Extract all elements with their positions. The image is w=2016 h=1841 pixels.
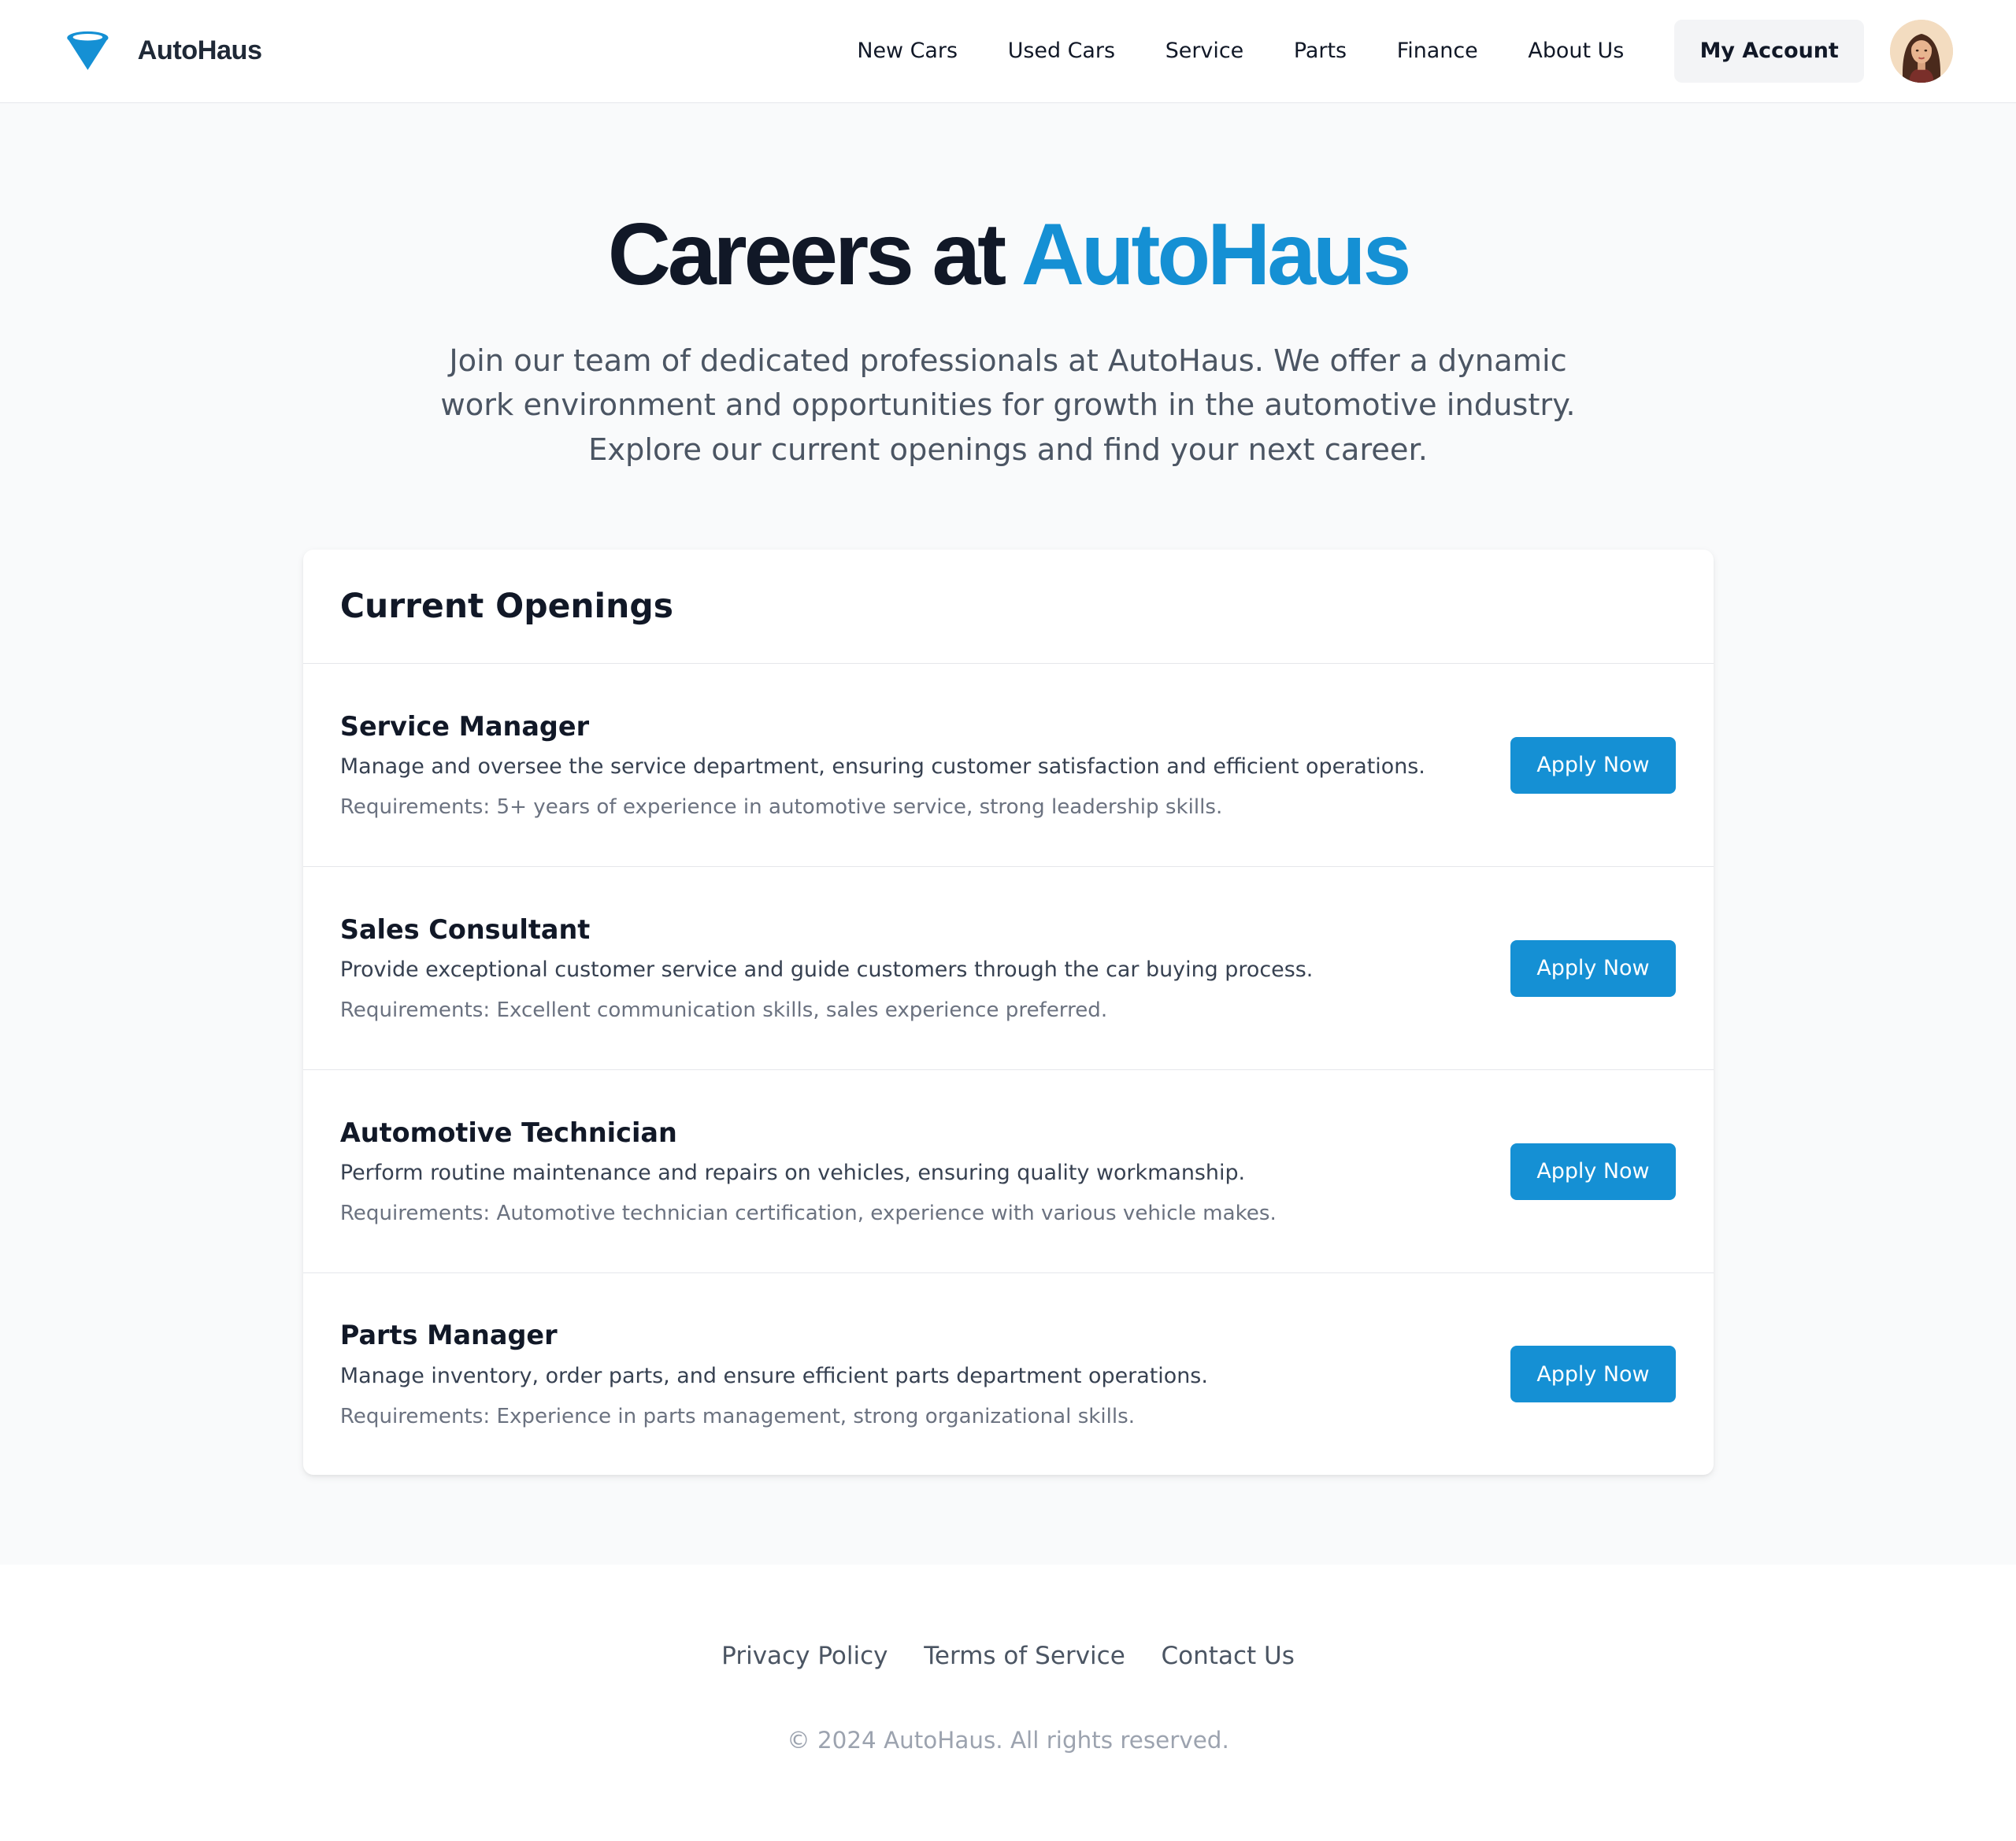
site-footer: Privacy Policy Terms of Service Contact … (0, 1564, 2016, 1841)
job-title: Automotive Technician (339, 1117, 677, 1148)
job-description: Perform routine maintenance and repairs … (339, 1161, 1246, 1186)
openings-card-header: Current Openings (302, 550, 1714, 665)
main-content: Careers at AutoHaus Join our team of ded… (0, 102, 2016, 1565)
my-account-button[interactable]: My Account (1673, 19, 1865, 83)
job-description: Manage and oversee the service departmen… (339, 754, 1425, 780)
page-subtitle: Join our team of dedicated professionals… (440, 343, 1576, 468)
job-info: Service Manager Manage and oversee the s… (340, 711, 1510, 820)
job-listing: Parts Manager Manage inventory, order pa… (303, 1273, 1714, 1475)
job-info: Parts Manager Manage inventory, order pa… (340, 1320, 1510, 1428)
nav-finance[interactable]: Finance (1397, 39, 1478, 63)
job-listing: Automotive Technician Perform routine ma… (302, 1070, 1714, 1274)
apply-now-button[interactable]: Apply Now (1510, 1143, 1677, 1200)
apply-now-button[interactable]: Apply Now (1510, 939, 1677, 997)
footer-link-contact-us[interactable]: Contact Us (1162, 1642, 1295, 1670)
user-avatar[interactable] (1890, 19, 1954, 83)
job-requirements: Requirements: Automotive technician cert… (339, 1202, 1277, 1226)
job-info: Sales Consultant Provide exceptional cus… (340, 914, 1510, 1023)
page-title-prefix: Careers at (607, 205, 1006, 304)
nav-parts[interactable]: Parts (1294, 39, 1347, 63)
main-nav: New Cars Used Cars Service Parts Finance… (857, 39, 1624, 63)
nav-used-cars[interactable]: Used Cars (1008, 39, 1115, 63)
job-title: Service Manager (339, 710, 590, 742)
openings-card: Current Openings Service Manager Manage … (302, 549, 1714, 1476)
nav-about-us[interactable]: About Us (1528, 39, 1624, 63)
job-title: Parts Manager (339, 1320, 558, 1351)
funnel-logo-icon (65, 28, 112, 75)
page-title: Careers at AutoHaus (0, 206, 2016, 303)
job-requirements: Requirements: Experience in parts manage… (339, 1405, 1136, 1429)
job-requirements: Requirements: Excellent communication sk… (339, 998, 1108, 1023)
brand[interactable]: AutoHaus (65, 28, 262, 75)
job-description: Provide exceptional customer service and… (339, 958, 1314, 983)
brand-name: AutoHaus (137, 35, 262, 66)
nav-service[interactable]: Service (1166, 39, 1244, 63)
footer-link-terms-of-service[interactable]: Terms of Service (924, 1642, 1125, 1670)
job-listing: Sales Consultant Provide exceptional cus… (302, 867, 1714, 1071)
copyright-text: © 2024 AutoHaus. All rights reserved. (787, 1726, 1229, 1754)
job-requirements: Requirements: 5+ years of experience in … (339, 795, 1223, 820)
footer-links: Privacy Policy Terms of Service Contact … (0, 1642, 2016, 1670)
job-title: Sales Consultant (339, 913, 591, 945)
nav-new-cars[interactable]: New Cars (857, 39, 958, 63)
footer-link-privacy-policy[interactable]: Privacy Policy (721, 1642, 888, 1670)
job-info: Automotive Technician Perform routine ma… (340, 1117, 1510, 1226)
apply-now-button[interactable]: Apply Now (1510, 736, 1677, 794)
apply-now-button[interactable]: Apply Now (1510, 1346, 1677, 1403)
openings-heading: Current Openings (339, 587, 673, 626)
page-title-accent: AutoHaus (1021, 205, 1412, 304)
job-listing: Service Manager Manage and oversee the s… (302, 664, 1714, 868)
job-description: Manage inventory, order parts, and ensur… (339, 1363, 1208, 1388)
site-header: AutoHaus New Cars Used Cars Service Part… (0, 0, 2016, 103)
